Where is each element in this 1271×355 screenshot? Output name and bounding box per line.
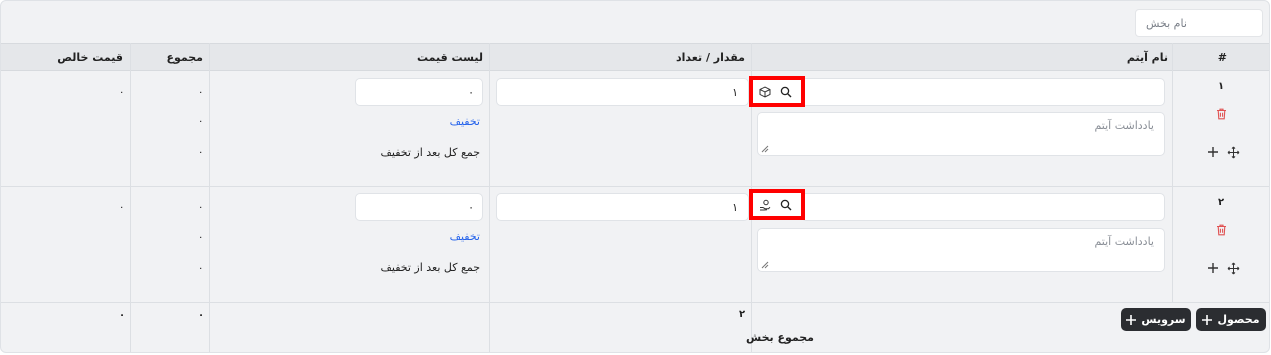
after-discount-label: جمع کل بعد از تخفیف (380, 146, 480, 159)
row-index: ۱ (1218, 81, 1225, 92)
row-total-price: ۰ (198, 87, 204, 98)
item-tools-highlight (749, 189, 805, 220)
search-icon[interactable] (780, 86, 792, 101)
item-note-textarea[interactable]: یادداشت آیتم (757, 112, 1165, 156)
plus-icon (1126, 314, 1137, 325)
trash-icon[interactable] (1216, 224, 1227, 239)
search-icon[interactable] (780, 199, 792, 214)
row-total-discount: ۰ (198, 116, 204, 127)
drag-move-icon[interactable] (1227, 146, 1240, 162)
after-discount-label: جمع کل بعد از تخفیف (380, 261, 480, 274)
plus-icon[interactable] (1207, 262, 1219, 277)
quantity-value: ۱ (732, 85, 738, 99)
item-tools-highlight (749, 76, 805, 107)
section-net-price: ۰ (119, 310, 126, 321)
quantity-input[interactable]: ۱ (496, 78, 749, 106)
column-divider (209, 43, 210, 352)
column-header-index: # (1217, 51, 1227, 64)
row-index: ۲ (1218, 197, 1225, 208)
invoice-section: نام بخش # نام آیتم مقدار / تعداد لیست قی… (0, 0, 1270, 353)
price-value: ۰ (468, 200, 474, 214)
resize-handle-icon[interactable] (761, 261, 769, 269)
item-note-placeholder: یادداشت آیتم (1094, 235, 1154, 248)
item-note-placeholder: یادداشت آیتم (1094, 119, 1154, 132)
discount-link[interactable]: تخفیف (450, 230, 480, 243)
column-divider (130, 43, 131, 352)
drag-move-icon[interactable] (1227, 262, 1240, 278)
item-note-textarea[interactable]: یادداشت آیتم (757, 228, 1165, 272)
column-header-quantity: مقدار / تعداد (676, 51, 745, 64)
quantity-input[interactable]: ۱ (496, 193, 749, 221)
plus-icon (1202, 314, 1213, 325)
discount-link[interactable]: تخفیف (450, 115, 480, 128)
add-product-button[interactable]: محصول (1196, 308, 1266, 331)
row-total-discount: ۰ (198, 232, 204, 243)
section-total-label: مجموع بخش (746, 331, 814, 344)
section-total: ۰ (198, 310, 205, 321)
plus-icon[interactable] (1207, 146, 1219, 161)
price-input[interactable]: ۰ (355, 193, 483, 221)
resize-handle-icon[interactable] (761, 145, 769, 153)
row-net-price: ۰ (119, 202, 125, 213)
item-name-input[interactable] (801, 193, 1165, 221)
column-header-item-name: نام آیتم (1126, 51, 1168, 64)
column-header-total: مجموع (166, 51, 203, 64)
quantity-value: ۱ (732, 200, 738, 214)
add-service-label: سرویس (1141, 313, 1186, 326)
box-icon[interactable] (759, 86, 771, 101)
column-divider (489, 43, 490, 352)
row-total-price: ۰ (198, 202, 204, 213)
row-divider (1, 186, 1269, 187)
price-value: ۰ (468, 85, 474, 99)
column-header-net-price: قیمت خالص (57, 51, 123, 64)
add-product-label: محصول (1217, 313, 1260, 326)
row-total-after-discount: ۰ (198, 263, 204, 274)
row-net-price: ۰ (119, 87, 125, 98)
column-header-price-list: لیست قیمت (417, 51, 483, 64)
add-service-button[interactable]: سرویس (1121, 308, 1191, 331)
table-header: # نام آیتم مقدار / تعداد لیست قیمت مجموع… (1, 43, 1269, 71)
column-divider (1172, 43, 1173, 302)
service-hand-icon[interactable] (759, 199, 771, 214)
row-divider (1, 302, 1269, 303)
section-quantity-total: ۲ (739, 309, 746, 320)
section-name-input[interactable]: نام بخش (1135, 9, 1263, 37)
item-name-input[interactable] (801, 78, 1165, 106)
row-total-after-discount: ۰ (198, 147, 204, 158)
price-input[interactable]: ۰ (355, 78, 483, 106)
trash-icon[interactable] (1216, 108, 1227, 123)
